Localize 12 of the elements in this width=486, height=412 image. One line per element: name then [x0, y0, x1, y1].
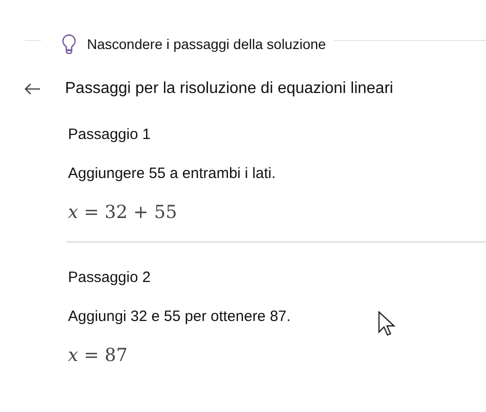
step-description: Aggiungere 55 a entrambi i lati. [68, 165, 276, 182]
step-formula: x = 87 [68, 345, 128, 366]
step-heading: Passaggio 2 [68, 269, 151, 286]
back-arrow-icon [24, 83, 41, 95]
page-title: Passaggi per la risoluzione di equazioni lineari [65, 80, 394, 98]
hide-steps-button[interactable]: Nascondere i passaggi della soluzione [41, 34, 334, 54]
step-description: Aggiungi 32 e 55 per ottenere 87. [68, 308, 291, 325]
lightbulb-icon [61, 34, 77, 54]
back-button[interactable] [24, 83, 41, 95]
step-heading: Passaggio 1 [68, 126, 151, 143]
step-formula: x = 32 + 55 [68, 202, 178, 223]
mouse-cursor-icon [378, 311, 396, 337]
